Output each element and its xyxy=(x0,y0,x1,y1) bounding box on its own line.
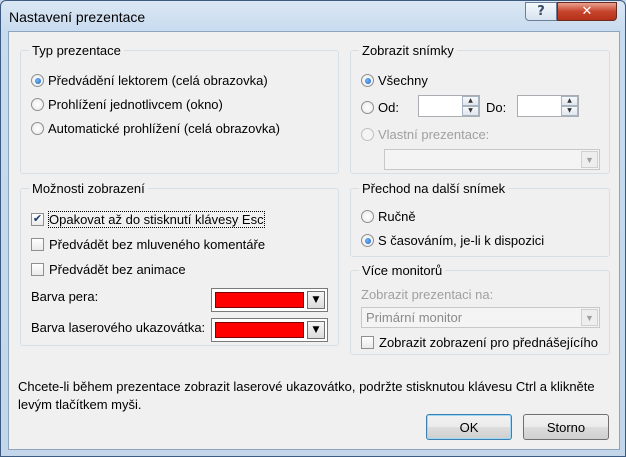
show-slides-title: Zobrazit snímky xyxy=(359,43,457,58)
radio-timing[interactable]: S časováním, je-li k dispozici xyxy=(361,233,544,248)
laser-color-swatch xyxy=(215,322,304,338)
loop-label: Opakovat až do stisknutí klávesy Esc xyxy=(48,211,265,228)
radio-from-label: Od: xyxy=(378,100,399,115)
advance-slides-group: Přechod na další snímek Ručně S časování… xyxy=(350,181,610,257)
checkbox-icon xyxy=(31,263,44,276)
radio-button-icon xyxy=(361,210,374,223)
presenter-view-checkbox[interactable]: Zobrazit zobrazení pro přednášejícího xyxy=(361,335,598,350)
presentation-type-title: Typ prezentace xyxy=(29,43,124,58)
radio-all-label: Všechny xyxy=(378,73,428,88)
show-on-label: Zobrazit prezentaci na: xyxy=(361,287,494,302)
radio-button-icon xyxy=(361,234,374,247)
radio-custom-label: Vlastní prezentace: xyxy=(378,127,490,142)
help-button[interactable]: ? xyxy=(525,2,557,21)
radio-timing-label: S časováním, je-li k dispozici xyxy=(378,233,545,248)
dialog-title: Nastavení prezentace xyxy=(9,9,146,25)
radio-individual-label: Prohlížení jednotlivcem (okno) xyxy=(48,97,223,112)
close-icon: ✕ xyxy=(581,4,593,19)
radio-custom-show[interactable]: Vlastní prezentace: xyxy=(361,127,489,142)
radio-button-icon xyxy=(31,98,44,111)
radio-presenter-label: Předvádění lektorem (celá obrazovka) xyxy=(48,73,268,88)
no-narration-checkbox[interactable]: Předvádět bez mluveného komentáře xyxy=(31,237,265,252)
dialog-body: Typ prezentace Předvádění lektorem (celá… xyxy=(8,31,620,450)
checkbox-icon xyxy=(31,238,44,251)
laser-color-picker[interactable]: ▼ xyxy=(211,318,328,342)
down-arrow-icon[interactable]: ▼ xyxy=(462,106,479,116)
radio-presenter[interactable]: Předvádění lektorem (celá obrazovka) xyxy=(31,73,268,88)
ok-button[interactable]: OK xyxy=(426,414,512,440)
chevron-down-icon: ▼ xyxy=(581,309,598,326)
radio-individual[interactable]: Prohlížení jednotlivcem (okno) xyxy=(31,97,223,112)
laser-hint-text: Chcete-li během prezentace zobrazit lase… xyxy=(18,379,595,412)
loop-checkbox[interactable]: ✔ Opakovat až do stisknutí klávesy Esc xyxy=(31,211,265,228)
radio-manual[interactable]: Ručně xyxy=(361,209,416,224)
to-spinner[interactable]: ▲ ▼ xyxy=(517,95,579,117)
help-icon: ? xyxy=(537,4,545,19)
radio-button-icon xyxy=(361,101,374,114)
custom-show-dropdown[interactable]: ▼ xyxy=(384,149,600,170)
pen-color-label: Barva pera: xyxy=(31,289,99,304)
show-options-group: Možnosti zobrazení ✔ Opakovat až do stis… xyxy=(20,181,339,346)
monitor-value: Primární monitor xyxy=(366,310,463,325)
advance-slides-title: Přechod na další snímek xyxy=(359,181,509,196)
radio-button-icon xyxy=(31,74,44,87)
radio-all-slides[interactable]: Všechny xyxy=(361,73,428,88)
laser-color-label: Barva laserového ukazovátka: xyxy=(31,320,206,335)
up-arrow-icon[interactable]: ▲ xyxy=(462,96,479,106)
presenter-view-label: Zobrazit zobrazení pro přednášejícího xyxy=(379,335,598,350)
checkmark-icon: ✔ xyxy=(31,213,44,226)
chevron-down-icon[interactable]: ▼ xyxy=(307,291,325,309)
show-slides-group: Zobrazit snímky Všechny Od: ▲ ▼ Do: ▲ ▼ … xyxy=(350,43,610,174)
down-arrow-icon[interactable]: ▼ xyxy=(561,106,578,116)
radio-from-slides[interactable]: Od: xyxy=(361,100,399,115)
dialog-window: Nastavení prezentace ? ✕ Typ prezentace … xyxy=(0,0,626,457)
presentation-type-group: Typ prezentace Předvádění lektorem (celá… xyxy=(20,43,339,174)
radio-kiosk-label: Automatické prohlížení (celá obrazovka) xyxy=(48,121,280,136)
checkbox-icon xyxy=(361,336,374,349)
no-animation-label: Předvádět bez animace xyxy=(49,262,186,277)
show-options-title: Možnosti zobrazení xyxy=(29,181,148,196)
chevron-down-icon: ▼ xyxy=(581,151,598,168)
radio-button-icon xyxy=(361,74,374,87)
no-narration-label: Předvádět bez mluveného komentáře xyxy=(49,237,266,252)
pen-color-picker[interactable]: ▼ xyxy=(211,288,328,312)
radio-kiosk[interactable]: Automatické prohlížení (celá obrazovka) xyxy=(31,121,280,136)
no-animation-checkbox[interactable]: Předvádět bez animace xyxy=(31,262,186,277)
cancel-button[interactable]: Storno xyxy=(523,414,609,440)
radio-button-icon xyxy=(361,128,374,141)
pen-color-swatch xyxy=(215,292,304,308)
radio-button-icon xyxy=(31,122,44,135)
to-label: Do: xyxy=(486,100,507,115)
chevron-down-icon[interactable]: ▼ xyxy=(307,321,325,339)
monitor-dropdown[interactable]: Primární monitor ▼ xyxy=(361,307,600,328)
close-button[interactable]: ✕ xyxy=(557,2,617,21)
radio-manual-label: Ručně xyxy=(378,209,416,224)
from-spinner[interactable]: ▲ ▼ xyxy=(418,95,480,117)
multiple-monitors-title: Více monitorů xyxy=(359,263,446,278)
multiple-monitors-group: Více monitorů Zobrazit prezentaci na: Pr… xyxy=(350,263,610,355)
up-arrow-icon[interactable]: ▲ xyxy=(561,96,578,106)
